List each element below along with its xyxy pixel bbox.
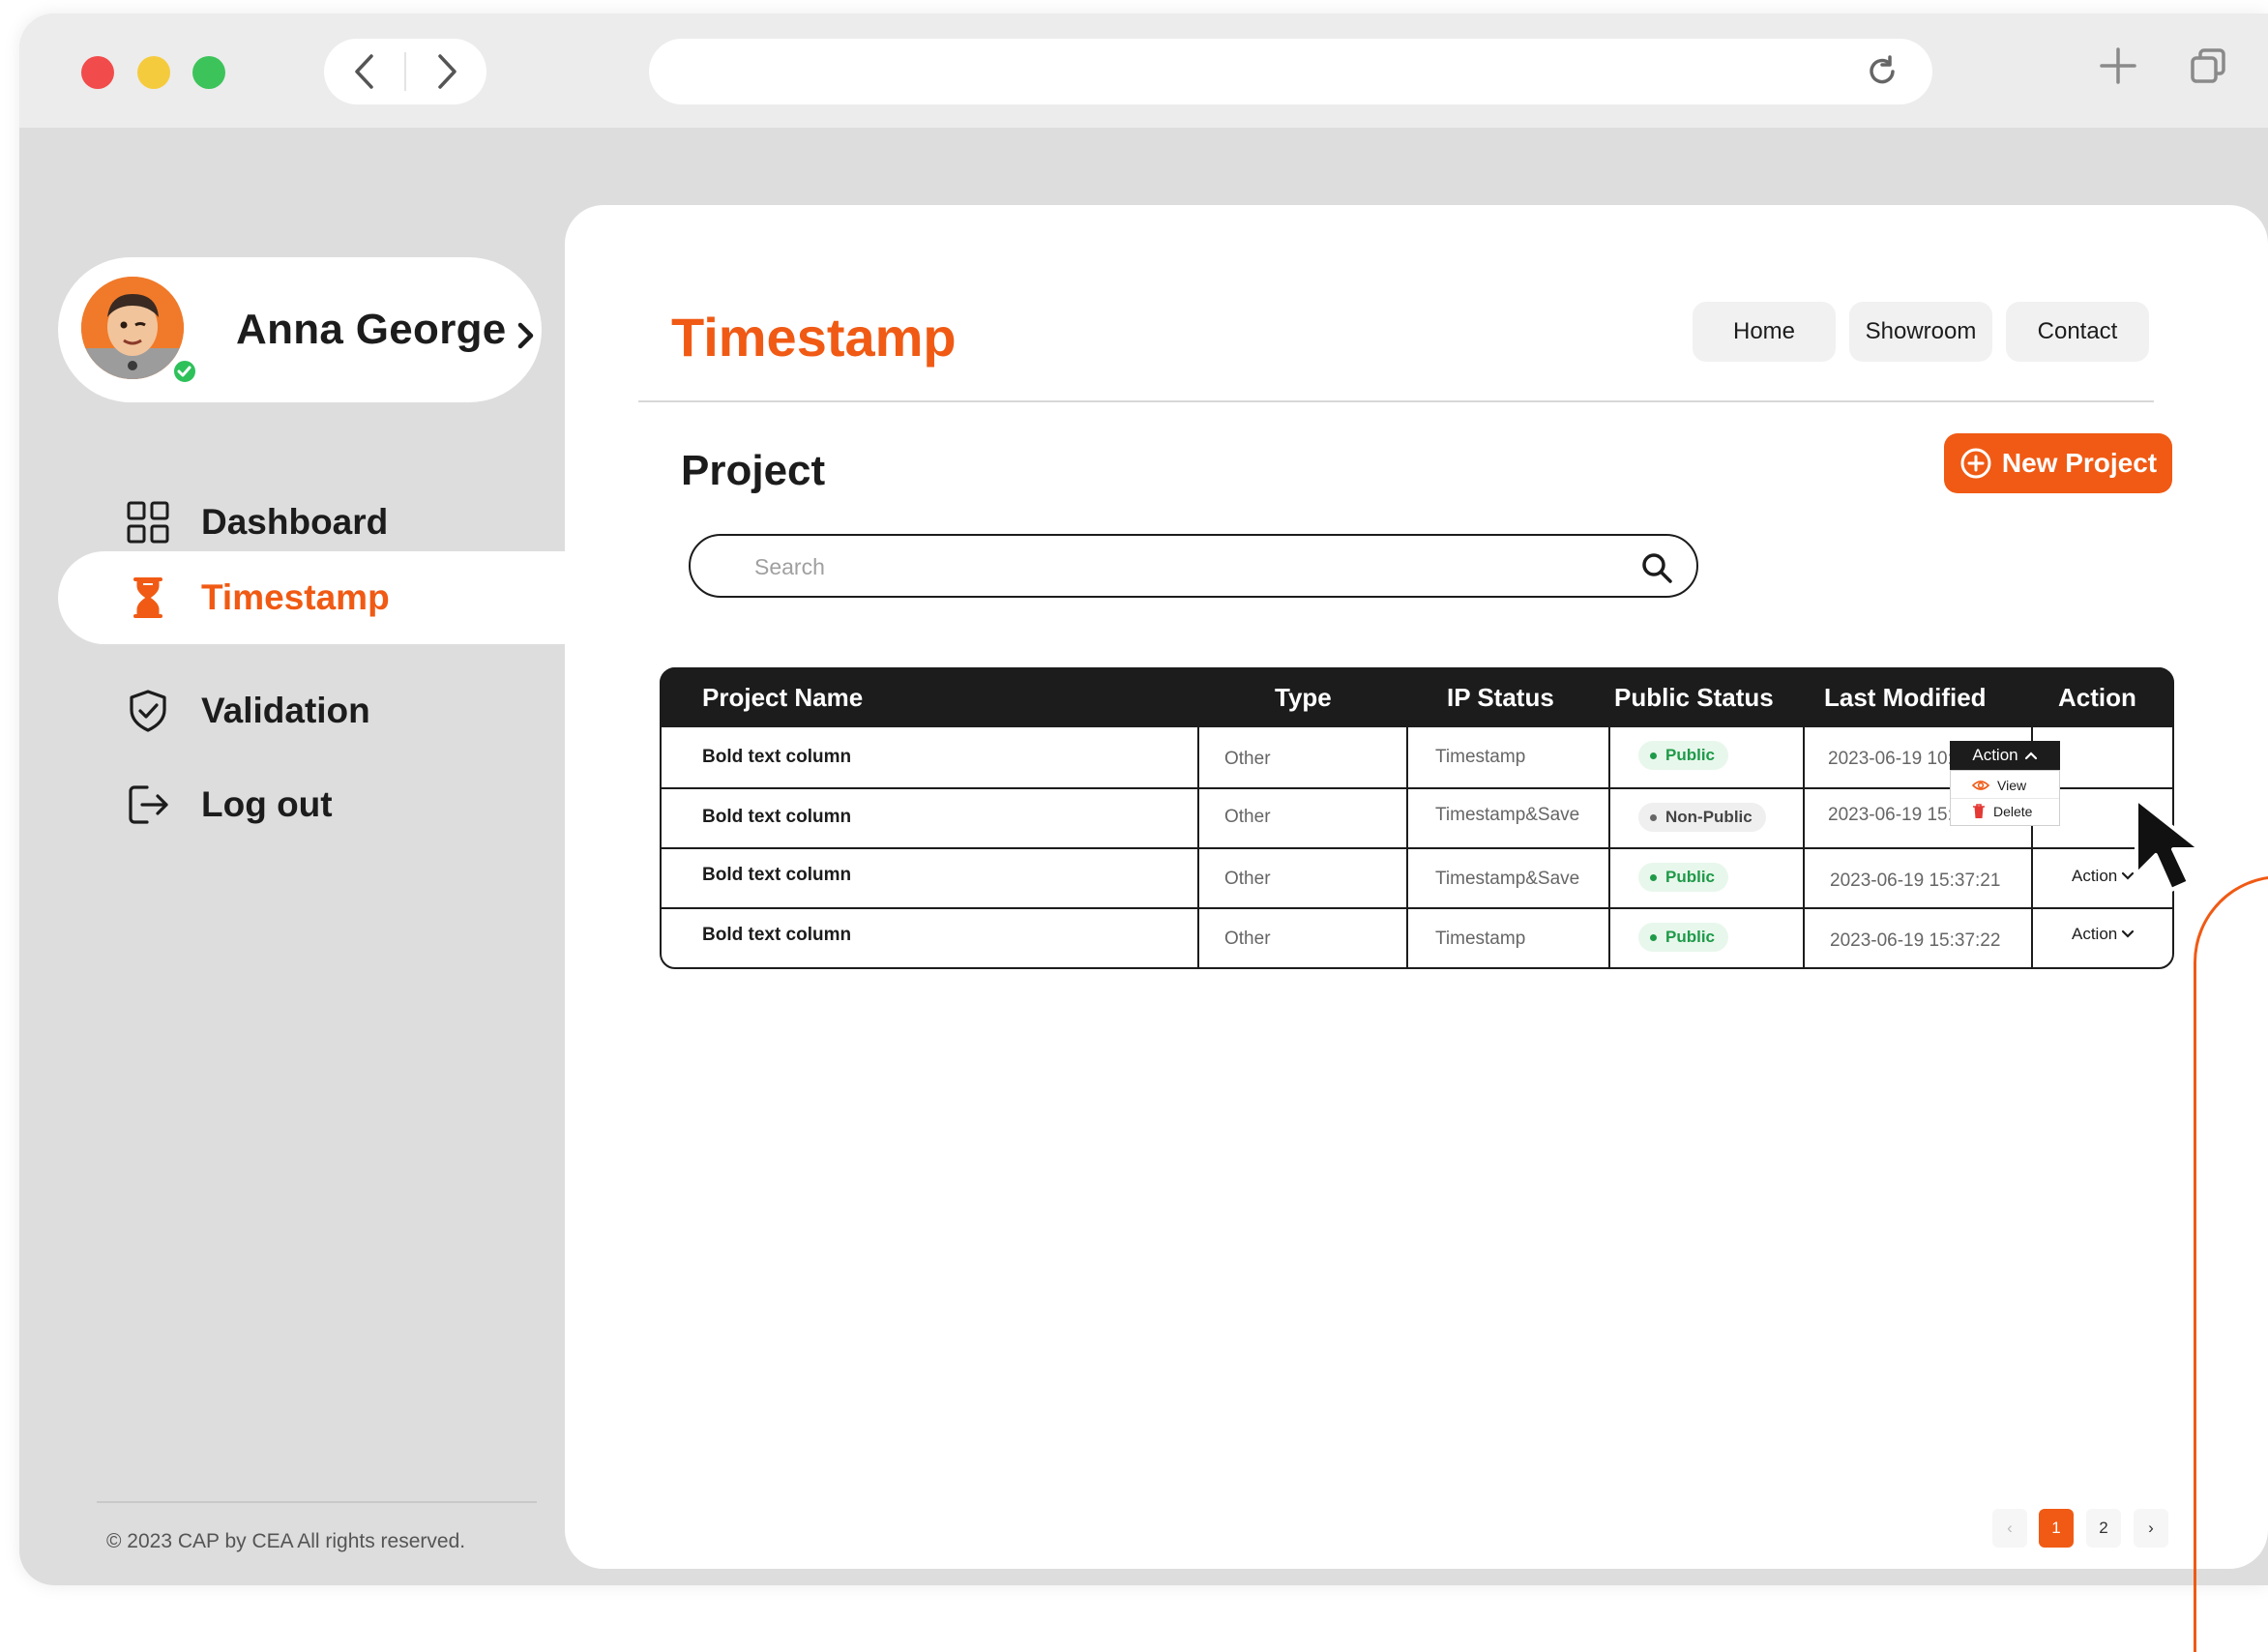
ip-status-cell: Timestamp&Save bbox=[1435, 869, 1580, 889]
type-cell: Other bbox=[1224, 929, 1271, 949]
main-panel: Timestamp Home Showroom Contact Project … bbox=[565, 205, 2268, 1569]
maximize-window-button[interactable] bbox=[192, 56, 225, 89]
decorative-curve bbox=[2194, 875, 2268, 1652]
column-header[interactable]: Project Name bbox=[702, 683, 863, 713]
status-badge: Non-Public bbox=[1638, 803, 1766, 832]
check-icon bbox=[177, 366, 191, 377]
ip-status-cell: Timestamp bbox=[1435, 929, 1526, 949]
sidebar-item-label: Log out bbox=[201, 784, 333, 824]
online-status-badge bbox=[171, 358, 198, 385]
new-tab-icon[interactable] bbox=[2099, 46, 2137, 85]
header-divider bbox=[638, 400, 2154, 402]
project-name-cell: Bold text column bbox=[702, 865, 852, 885]
table-row[interactable]: Bold text column Other Timestamp Public … bbox=[662, 907, 2172, 967]
shield-check-icon bbox=[130, 690, 166, 732]
table-row[interactable]: Bold text column Other Timestamp&Save Pu… bbox=[662, 847, 2172, 909]
pagination-next-button[interactable]: › bbox=[2134, 1509, 2168, 1548]
chevron-down-icon bbox=[2122, 929, 2135, 938]
ip-status-cell: Timestamp&Save bbox=[1435, 805, 1580, 825]
search-field[interactable] bbox=[689, 534, 1698, 598]
browser-window: Anna George Dashboard Timestamp Validati… bbox=[19, 14, 2268, 1585]
eye-icon bbox=[1972, 780, 1989, 790]
project-name-cell: Bold text column bbox=[702, 807, 852, 827]
back-button[interactable] bbox=[324, 39, 404, 104]
reload-icon[interactable] bbox=[1865, 54, 1900, 89]
action-dropdown-button[interactable]: Action bbox=[2072, 925, 2135, 944]
column-header[interactable]: IP Status bbox=[1447, 683, 1554, 713]
history-nav bbox=[324, 39, 486, 104]
action-dropdown-button[interactable]: Action bbox=[2072, 867, 2135, 886]
table-row[interactable]: Bold text column Other Timestamp Public … bbox=[662, 727, 2172, 789]
sidebar-footer-divider bbox=[97, 1501, 537, 1503]
pagination-prev-button[interactable]: ‹ bbox=[1992, 1509, 2027, 1548]
search-input[interactable] bbox=[752, 546, 1607, 588]
column-header[interactable]: Last Modified bbox=[1824, 683, 1987, 713]
user-name: Anna George bbox=[236, 306, 507, 353]
project-name-cell: Bold text column bbox=[702, 747, 852, 767]
column-header[interactable]: Type bbox=[1275, 683, 1332, 713]
user-profile-card[interactable]: Anna George bbox=[58, 257, 542, 402]
status-badge: Public bbox=[1638, 741, 1729, 770]
chevron-up-icon bbox=[2024, 752, 2037, 760]
pagination-page-button[interactable]: 2 bbox=[2086, 1509, 2121, 1548]
address-bar[interactable] bbox=[649, 39, 1932, 104]
sidebar-item-logout[interactable]: Log out bbox=[58, 758, 603, 851]
sidebar-item-label: Validation bbox=[201, 691, 370, 730]
sidebar-item-timestamp[interactable]: Timestamp bbox=[58, 551, 603, 644]
type-cell: Other bbox=[1224, 869, 1271, 889]
status-badge: Public bbox=[1638, 863, 1729, 892]
new-project-label: New Project bbox=[2001, 448, 2158, 478]
action-dropdown-menu: View Delete bbox=[1950, 770, 2060, 826]
view-menu-item[interactable]: View bbox=[1951, 772, 2059, 798]
new-project-button[interactable]: New Project bbox=[1944, 433, 2172, 493]
last-modified-cell: 2023-06-19 15:37:21 bbox=[1830, 870, 2001, 891]
table-header: Project Name Type IP Status Public Statu… bbox=[660, 667, 2174, 727]
close-window-button[interactable] bbox=[81, 56, 114, 89]
forward-button[interactable] bbox=[406, 39, 486, 104]
browser-toolbar bbox=[19, 14, 2268, 128]
tabs-overview-icon[interactable] bbox=[2189, 46, 2227, 85]
column-header[interactable]: Public Status bbox=[1614, 683, 1774, 713]
trash-icon bbox=[1973, 804, 1985, 818]
mouse-cursor-icon bbox=[2135, 797, 2202, 892]
table-row[interactable]: Bold text column Other Timestamp&Save No… bbox=[662, 787, 2172, 849]
plus-circle-icon bbox=[1960, 448, 1991, 479]
chevron-right-icon[interactable] bbox=[516, 321, 536, 350]
status-badge: Public bbox=[1638, 923, 1729, 952]
nav-showroom-button[interactable]: Showroom bbox=[1849, 302, 1992, 362]
avatar bbox=[81, 277, 184, 379]
sidebar-item-label: Timestamp bbox=[201, 577, 390, 617]
ip-status-cell: Timestamp bbox=[1435, 747, 1526, 767]
pagination-page-button[interactable]: 1 bbox=[2039, 1509, 2074, 1548]
sidebar-item-label: Dashboard bbox=[201, 502, 389, 542]
copyright-text: © 2023 CAP by CEA All rights reserved. bbox=[106, 1530, 466, 1552]
nav-home-button[interactable]: Home bbox=[1693, 302, 1836, 362]
type-cell: Other bbox=[1224, 749, 1271, 769]
action-dropdown-button-open[interactable]: Action bbox=[1950, 741, 2060, 770]
avatar-illustration bbox=[81, 277, 184, 379]
chevron-left-icon bbox=[354, 54, 373, 89]
minimize-window-button[interactable] bbox=[137, 56, 170, 89]
chevron-right-icon bbox=[437, 54, 457, 89]
dashboard-grid-icon bbox=[127, 501, 169, 544]
nav-contact-button[interactable]: Contact bbox=[2006, 302, 2149, 362]
column-header[interactable]: Action bbox=[2058, 683, 2136, 713]
sidebar-item-validation[interactable]: Validation bbox=[58, 664, 603, 757]
type-cell: Other bbox=[1224, 807, 1271, 827]
page-title: Timestamp bbox=[671, 307, 957, 368]
project-table: Project Name Type IP Status Public Statu… bbox=[660, 667, 2174, 969]
last-modified-cell: 2023-06-19 15:37:22 bbox=[1830, 930, 2001, 951]
section-title: Project bbox=[681, 447, 826, 494]
project-name-cell: Bold text column bbox=[702, 925, 852, 945]
logout-icon bbox=[129, 785, 168, 824]
search-icon[interactable] bbox=[1640, 551, 1673, 584]
delete-menu-item[interactable]: Delete bbox=[1951, 798, 2059, 824]
hourglass-icon bbox=[133, 577, 162, 618]
